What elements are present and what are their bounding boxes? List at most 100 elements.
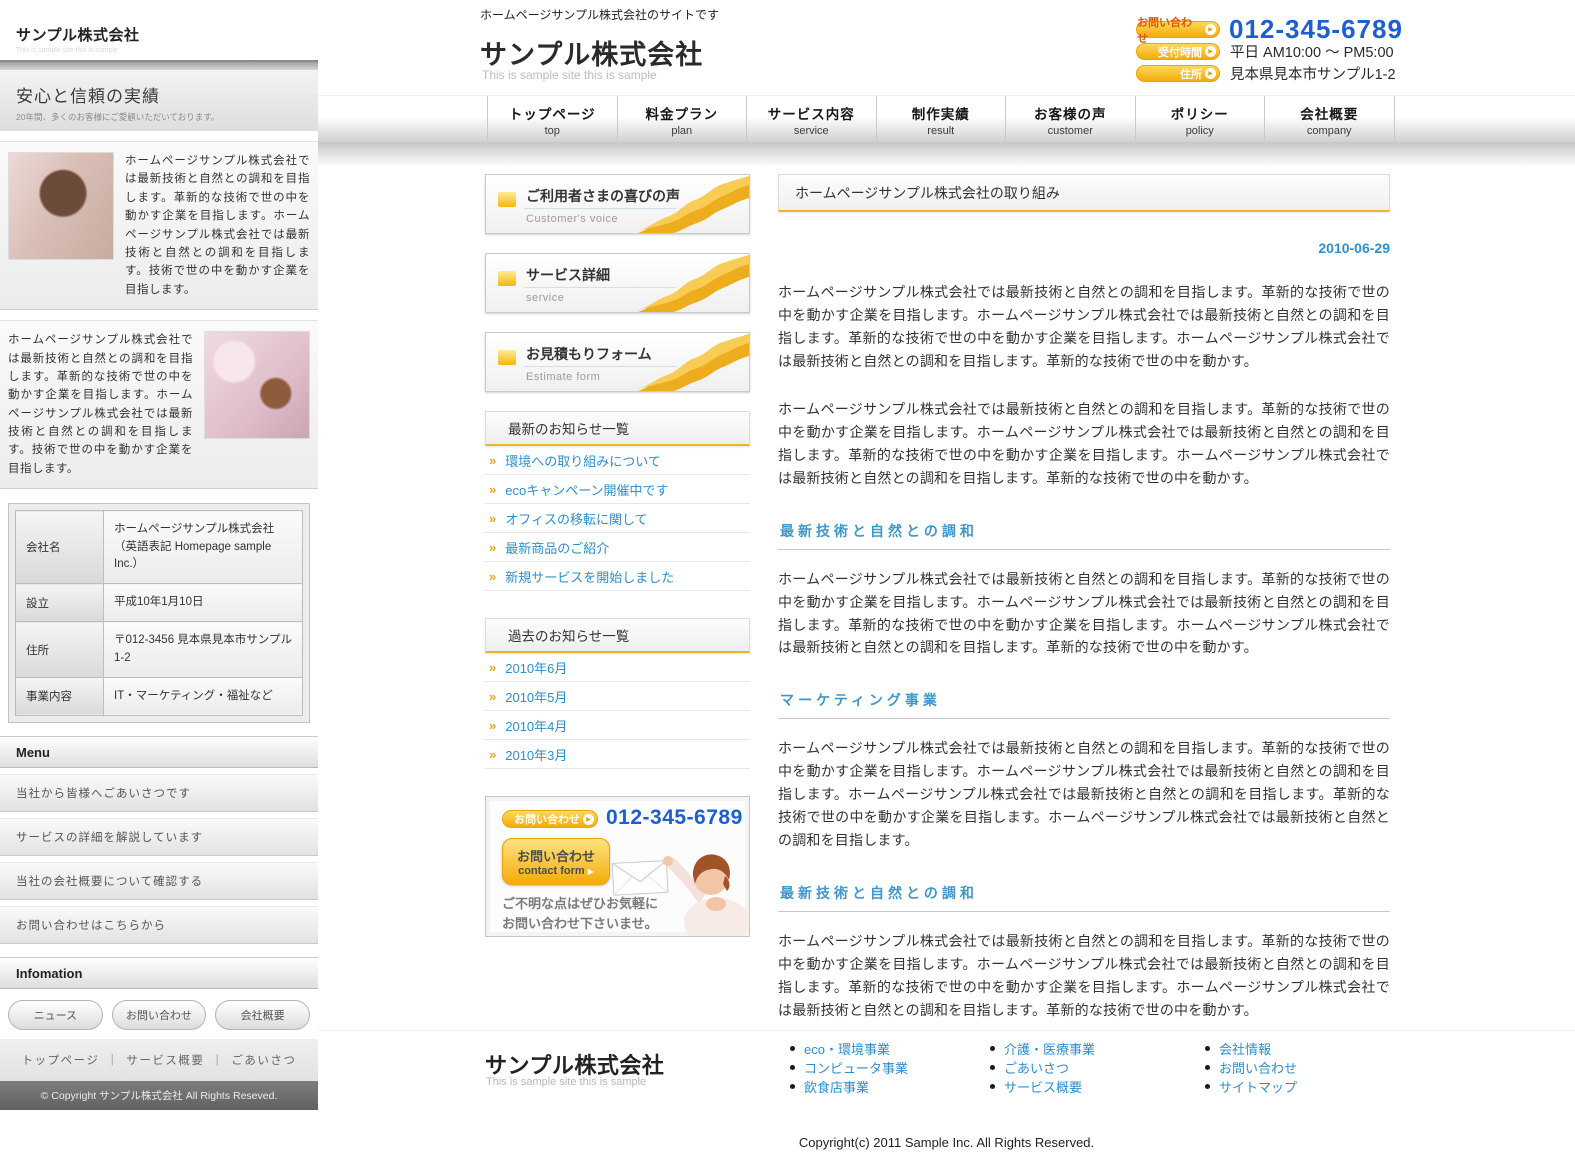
archive-link[interactable]: » 2010年4月 [485, 711, 750, 740]
contact-form-button[interactable]: お問い合わせ contact form ▶ [502, 838, 610, 885]
news-link[interactable]: » 最新商品のご紹介 [485, 533, 750, 562]
chevron-right-icon: » [489, 660, 496, 675]
nav-item-policy[interactable]: ポリシー policy [1136, 96, 1266, 143]
bullet-icon [990, 1046, 995, 1051]
table-row: 会社名 ホームページサンプル株式会社 （英語表記 Homepage sample… [16, 511, 303, 584]
news-link-label: ecoキャンペーン開催中です [505, 480, 668, 499]
footer-link[interactable]: 介護・医療事業 [990, 1039, 1095, 1058]
menu-item-greeting[interactable]: 当社から皆様へごあいさつです [0, 774, 318, 812]
article-paragraph: ホームページサンプル株式会社では最新技術と自然との調和を目指します。革新的な技術… [778, 398, 1390, 490]
section-heading: 最新技術と自然との調和 [778, 883, 1390, 912]
news-link[interactable]: » 環境への取り組みについて [485, 446, 750, 475]
footer-link[interactable]: ごあいさつ [231, 1052, 296, 1068]
site-logo-tagline: This is sample site this is sample [482, 68, 657, 82]
header-address-row: 住所 ▶ 見本県見本市サンプル1-2 [1136, 63, 1396, 84]
footer-link[interactable]: サービス概要 [990, 1077, 1095, 1096]
footer-link[interactable]: トップページ [22, 1052, 100, 1068]
footer-link-label: コンピュータ事業 [804, 1058, 908, 1077]
banner-title: サービス詳細 [526, 265, 610, 285]
footer-link[interactable]: 飲食店事業 [790, 1077, 908, 1096]
row-value: 〒012-3456 見本県見本市サンプル1-2 [104, 622, 303, 678]
company-button[interactable]: 会社概要 [215, 1000, 310, 1030]
banner-customer-voice[interactable]: ご利用者さまの喜びの声 Customer's voice [485, 174, 750, 234]
news-link-label: オフィスの移転に関して [505, 509, 647, 528]
nav-item-plan[interactable]: 料金プラン plan [618, 96, 748, 143]
bullet-icon [790, 1065, 795, 1070]
section-heading: マーケティング事業 [778, 690, 1390, 719]
menu-item-company[interactable]: 当社の会社概要について確認する [0, 862, 318, 900]
bullet-icon [790, 1084, 795, 1089]
banner-service-detail[interactable]: サービス詳細 service [485, 253, 750, 313]
latest-news-list: » 環境への取り組みについて » ecoキャンペーン開催中です » オフィスの移… [485, 446, 750, 591]
footer-link[interactable]: ごあいさつ [990, 1058, 1095, 1077]
archive-link-label: 2010年4月 [505, 716, 567, 735]
archive-link[interactable]: » 2010年5月 [485, 682, 750, 711]
row-label: 設立 [16, 584, 104, 622]
site-footer: サンプル株式会社 This is sample site this is sam… [318, 1030, 1575, 1159]
row-value: 平成10年1月10日 [104, 584, 303, 622]
mobile-logo[interactable]: サンプル株式会社 [16, 24, 318, 45]
news-link[interactable]: » オフィスの移転に関して [485, 504, 750, 533]
divider [0, 60, 318, 70]
nav-label: トップページ [488, 103, 617, 123]
news-link[interactable]: » 新規サービスを開始しました [485, 562, 750, 591]
footer-link-label: eco・環境事業 [804, 1039, 890, 1058]
square-icon [498, 192, 516, 207]
footer-link[interactable]: サービス概要 [126, 1052, 204, 1068]
person-photo [637, 842, 749, 936]
site-description: ホームページサンプル株式会社のサイトです [480, 6, 719, 23]
footer-link[interactable]: お問い合わせ [1205, 1058, 1297, 1077]
hours-pill-button[interactable]: 受付時間 ▶ [1136, 43, 1220, 60]
menu-heading: Menu [0, 736, 318, 768]
button-sublabel: contact form ▶ [503, 865, 609, 877]
chevron-right-icon: » [489, 482, 496, 497]
contact-pill-button[interactable]: お問い合わせ ▶ [502, 810, 598, 828]
contact-button[interactable]: お問い合わせ [112, 1000, 207, 1030]
footer-link[interactable]: eco・環境事業 [790, 1039, 908, 1058]
footer-link-label: 飲食店事業 [804, 1077, 869, 1096]
site-logo[interactable]: サンプル株式会社 [480, 33, 703, 72]
nav-item-result[interactable]: 制作実績 result [877, 96, 1007, 143]
footer-link-label: サイトマップ [1219, 1077, 1297, 1096]
footer-link-label: サービス概要 [1004, 1077, 1082, 1096]
nav-label: 会社概要 [1265, 103, 1394, 123]
nav-label: お客様の声 [1006, 103, 1135, 123]
arrow-icon: ▶ [1205, 46, 1216, 57]
nav-item-top[interactable]: トップページ top [488, 96, 618, 143]
chevron-right-icon: » [489, 747, 496, 762]
mobile-hero: 安心と信頼の実績 20年間、多くのお客様にご愛顧いただいております。 [0, 70, 318, 131]
business-hours: 平日 AM10:00 ～ PM5:00 [1230, 41, 1394, 62]
footer-link[interactable]: サイトマップ [1205, 1077, 1297, 1096]
address-pill-button[interactable]: 住所 ▶ [1136, 65, 1220, 82]
row-label: 住所 [16, 622, 104, 678]
banner-estimate-form[interactable]: お見積もりフォーム Estimate form [485, 332, 750, 392]
footer-link[interactable]: 会社情報 [1205, 1039, 1297, 1058]
chevron-right-icon: » [489, 569, 496, 584]
footer-link[interactable]: コンピュータ事業 [790, 1058, 908, 1077]
desktop-site: ホームページサンプル株式会社のサイトです サンプル株式会社 This is sa… [318, 0, 1575, 1159]
archive-link[interactable]: » 2010年6月 [485, 653, 750, 682]
row-label: 事業内容 [16, 677, 104, 715]
footer-link-label: ごあいさつ [1004, 1058, 1069, 1077]
button-sublabel-text: contact form [518, 865, 585, 877]
nav-item-service[interactable]: サービス内容 service [747, 96, 877, 143]
archive-link[interactable]: » 2010年3月 [485, 740, 750, 769]
hero-subtitle: 20年間、多くのお客様にご愛顧いただいております。 [16, 111, 302, 123]
nav-item-company[interactable]: 会社概要 company [1265, 96, 1395, 143]
news-button[interactable]: ニュース [8, 1000, 103, 1030]
banner-title: お見積もりフォーム [526, 344, 652, 364]
nav-sublabel: plan [618, 125, 747, 137]
square-icon [498, 350, 516, 365]
nav-sublabel: policy [1136, 125, 1265, 137]
news-link[interactable]: » ecoキャンペーン開催中です [485, 475, 750, 504]
archive-link-label: 2010年6月 [505, 658, 567, 677]
banner-subtitle: Customer's voice [526, 213, 618, 225]
contact-pill-button[interactable]: お問い合わせ ▶ [1136, 21, 1220, 38]
nav-item-customer[interactable]: お客様の声 customer [1006, 96, 1136, 143]
nav-label: サービス内容 [747, 103, 876, 123]
menu-item-service[interactable]: サービスの詳細を解説しています [0, 818, 318, 856]
menu-item-contact[interactable]: お問い合わせはこちらから [0, 906, 318, 944]
contact-note: ご不明な点はぜひお気軽に お問い合わせ下さいませ。 [502, 894, 658, 933]
table-row: 設立 平成10年1月10日 [16, 584, 303, 622]
contact-banner: お問い合わせ ▶ 012-345-6789 お問い合わせ contact for… [485, 796, 750, 937]
